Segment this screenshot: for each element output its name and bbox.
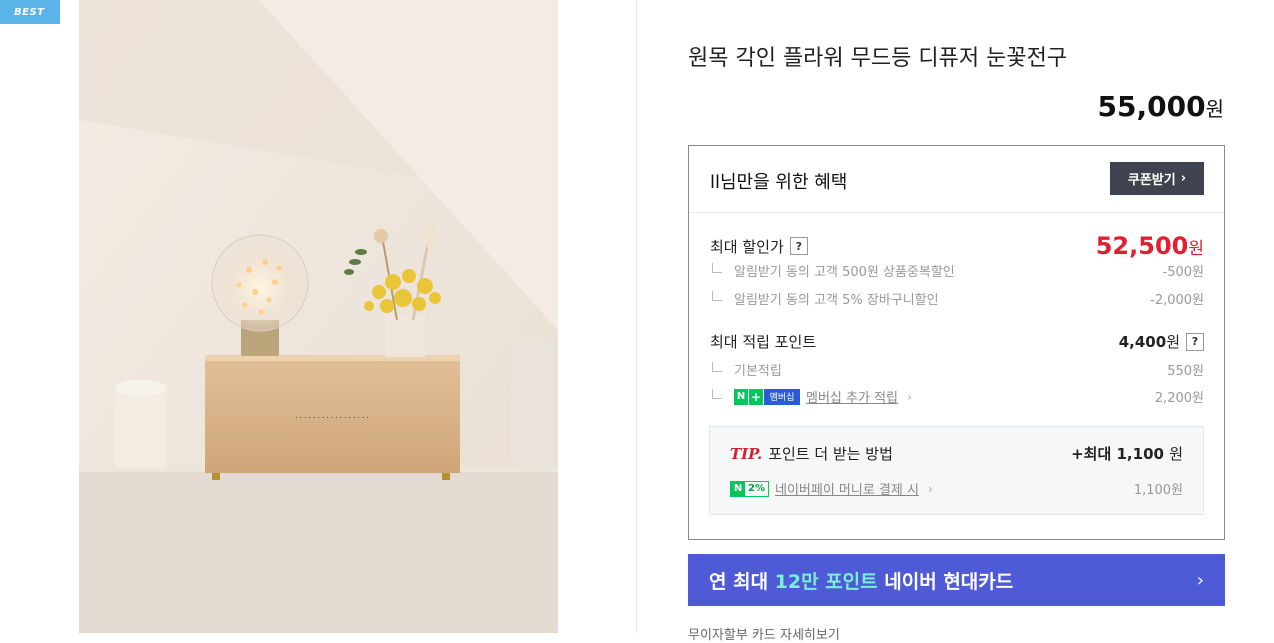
discount-item-value: -2,000원 — [1150, 293, 1204, 308]
max-discount-price: 52,500원 — [1096, 232, 1204, 260]
naver-n-icon: N — [734, 388, 748, 405]
npay-link[interactable]: 네이버페이 머니로 결제 시 — [775, 479, 919, 498]
card-banner-post: 네이버 현대카드 — [877, 570, 1014, 593]
product-photo-illustration: · · · · · · · · · · · · · · · · · — [79, 0, 558, 633]
benefit-header: ll님만을 위한 혜택 쿠폰받기 › — [689, 146, 1224, 213]
max-discount-unit: 원 — [1188, 239, 1204, 259]
chevron-right-icon: › — [927, 481, 933, 496]
discount-item-label: 알림받기 동의 고객 5% 장바구니할인 — [734, 293, 939, 308]
points-unit: 원 — [1166, 333, 1180, 351]
product-image[interactable]: · · · · · · · · · · · · · · · · · — [79, 0, 558, 633]
coupon-button[interactable]: 쿠폰받기 › — [1110, 162, 1204, 195]
product-title: 원목 각인 플라워 무드등 디퓨저 눈꽃전구 — [688, 46, 1068, 71]
max-discount-amount: 52,500 — [1095, 232, 1189, 260]
tip-value-prefix: +최대 — [1071, 445, 1112, 463]
discount-item: 알림받기 동의 고객 5% 장바구니할인 -2,000원 — [710, 289, 1204, 308]
benefit-box: ll님만을 위한 혜택 쿠폰받기 › 최대 할인가? 52,500원 알림받기 … — [688, 145, 1225, 540]
tree-branch-icon — [712, 262, 722, 273]
points-row: 최대 적립 포인트 4,400원? — [710, 331, 1204, 352]
tree-branch-icon — [712, 361, 722, 372]
tip-value-unit: 원 — [1169, 445, 1183, 463]
column-divider — [636, 0, 637, 633]
points-label: 최대 적립 포인트 — [710, 333, 817, 351]
card-banner-pre: 연 최대 — [709, 570, 775, 593]
best-badge: BEST — [0, 0, 60, 24]
basic-points-label: 기본적립 — [734, 364, 782, 379]
card-banner-text: 연 최대 12만 포인트 네이버 현대카드 — [709, 567, 1013, 594]
max-discount-label: 최대 할인가 — [710, 237, 784, 256]
naver-hyundai-card-banner[interactable]: 연 최대 12만 포인트 네이버 현대카드 › — [688, 554, 1225, 606]
npay-value: 1,100원 — [1133, 483, 1183, 498]
npay-row: N 2% 네이버페이 머니로 결제 시 › 1,100원 — [730, 479, 1183, 498]
membership-points-row: N + 멤버십 멤버십 추가 적립 › 2,200원 — [710, 387, 1204, 406]
tip-text: 포인트 더 받는 방법 — [768, 445, 893, 463]
naver-membership-badge: N + 멤버십 — [734, 388, 800, 405]
membership-points-value: 2,200원 — [1154, 391, 1204, 406]
price-amount: 55,000 — [1097, 90, 1206, 123]
membership-badge-text: 멤버십 — [764, 388, 800, 405]
help-icon[interactable]: ? — [789, 237, 808, 255]
plus-icon: + — [749, 388, 763, 405]
tip-value-amount: 1,100 — [1116, 445, 1164, 463]
tree-branch-icon — [712, 388, 722, 399]
membership-link[interactable]: 멤버십 추가 적립 — [806, 387, 898, 406]
coupon-button-label: 쿠폰받기 — [1127, 173, 1176, 188]
help-icon[interactable]: ? — [1186, 332, 1204, 351]
chevron-right-icon: › — [1180, 171, 1187, 186]
basic-points-row: 기본적립 550원 — [710, 360, 1204, 379]
discount-item: 알림받기 동의 고객 500원 상품중복할인 -500원 — [710, 261, 1204, 280]
discount-item-value: -500원 — [1162, 265, 1204, 280]
chevron-right-icon: › — [1196, 569, 1204, 591]
npay-badge-text: 2% — [748, 483, 765, 494]
tip-value: +최대 1,100 원 — [1071, 443, 1183, 464]
points-amount: 4,400 — [1118, 333, 1167, 351]
tree-branch-icon — [712, 290, 722, 301]
naver-pay-badge: N 2% — [730, 480, 769, 497]
price-unit: 원 — [1205, 97, 1224, 121]
discount-item-label: 알림받기 동의 고객 500원 상품중복할인 — [734, 265, 955, 280]
tip-word: TIP. — [730, 444, 763, 463]
max-discount-row: 최대 할인가? 52,500원 — [710, 232, 1204, 260]
installment-card-link[interactable]: 무이자할부 카드 자세히보기 — [688, 624, 840, 643]
chevron-right-icon: › — [907, 389, 912, 404]
svg-text:· · · · · · · · · · · · · · ·: · · · · · · · · · · · · · · · · · — [295, 414, 368, 422]
basic-points-value: 550원 — [1167, 364, 1204, 379]
product-price: 55,000원 — [1098, 90, 1224, 123]
benefit-heading: ll님만을 위한 혜택 — [710, 172, 848, 193]
tip-box: TIP. 포인트 더 받는 방법 +최대 1,100 원 N 2% 네이버페이 머니… — [709, 426, 1204, 515]
tip-row: TIP. 포인트 더 받는 방법 +최대 1,100 원 — [730, 443, 1183, 464]
naver-n-icon: N — [731, 481, 745, 496]
card-banner-highlight: 12만 포인트 — [774, 570, 878, 593]
